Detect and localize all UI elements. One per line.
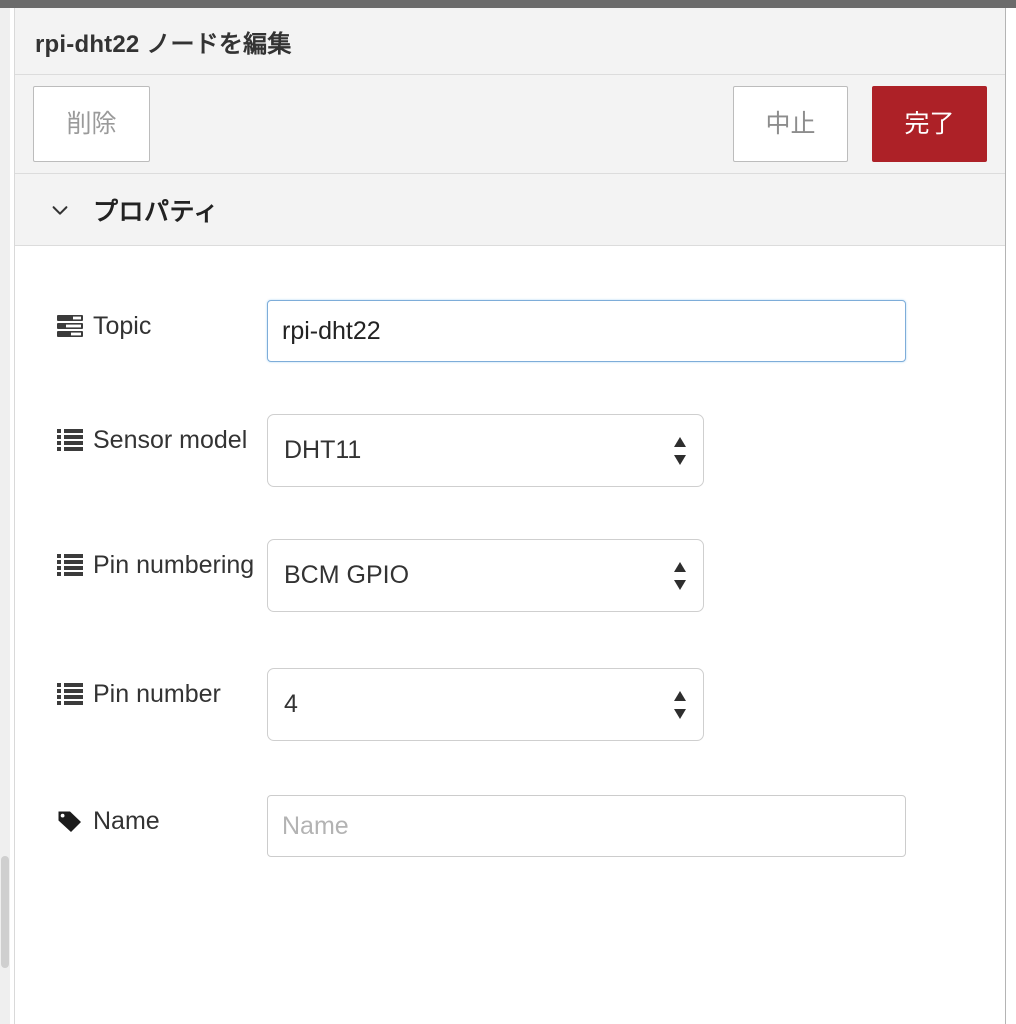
- name-control: [267, 795, 1005, 857]
- dialog-title: rpi-dht22 ノードを編集: [35, 30, 292, 58]
- cancel-button[interactable]: 中止: [733, 86, 848, 162]
- chevron-down-icon: [52, 205, 68, 215]
- sidebar-scrollbar-thumb[interactable]: [1, 856, 9, 968]
- window-top-bar: [0, 0, 1016, 8]
- done-button[interactable]: 完了: [872, 86, 987, 162]
- properties-section-title: プロパティ: [93, 197, 220, 226]
- sensor-model-label-text: Sensor model: [93, 426, 248, 454]
- pin-numbering-select[interactable]: BCM GPIO: [267, 539, 704, 612]
- delete-button[interactable]: 削除: [33, 86, 150, 162]
- topic-input[interactable]: [267, 300, 906, 362]
- form-bottom-spacer: [15, 857, 1005, 917]
- form-row-pin-numbering: Pin numbering BCM GPIO: [15, 539, 1005, 612]
- pin-number-control: 4: [267, 668, 1005, 741]
- form-row-sensor-model: Sensor model DHT11: [15, 414, 1005, 487]
- pin-number-select[interactable]: 4: [267, 668, 704, 741]
- pin-numbering-label: Pin numbering: [57, 539, 267, 585]
- list-icon: [57, 683, 83, 705]
- name-label-text: Name: [93, 807, 160, 835]
- name-label: Name: [57, 795, 267, 841]
- pin-number-select-wrap: 4: [267, 668, 704, 741]
- list-icon: [57, 429, 83, 451]
- list-icon: [57, 554, 83, 576]
- sensor-model-label: Sensor model: [57, 414, 267, 460]
- dialog-header: rpi-dht22 ノードを編集: [15, 8, 1005, 75]
- topic-label-text: Topic: [93, 312, 152, 340]
- node-edit-dialog-root: rpi-dht22 ノードを編集 削除 中止 完了 プロパティ Topic rp…: [0, 0, 1016, 1024]
- pin-number-label: Pin number: [57, 668, 267, 714]
- topic-control: [267, 300, 1005, 362]
- dialog-button-bar: 削除 中止 完了: [15, 75, 1005, 174]
- sensor-model-control: DHT11: [267, 414, 1005, 487]
- sensor-model-select-wrap: DHT11: [267, 414, 704, 487]
- properties-form: Topic rpi-dht22 Sensor model DHT11 Pin n…: [15, 246, 1005, 917]
- sensor-model-select[interactable]: DHT11: [267, 414, 704, 487]
- form-row-topic: Topic: [15, 300, 1005, 362]
- tag-icon: [58, 811, 81, 832]
- edit-node-dialog: rpi-dht22 ノードを編集 削除 中止 完了 プロパティ Topic rp…: [14, 8, 1006, 1024]
- tasks-icon: [57, 315, 83, 337]
- name-input[interactable]: [267, 795, 906, 857]
- properties-section-header[interactable]: プロパティ: [15, 174, 1005, 246]
- form-row-pin-number: Pin number 4: [15, 668, 1005, 741]
- sidebar-scrollbar-track[interactable]: [0, 8, 10, 1024]
- topic-label: Topic: [57, 300, 267, 346]
- pin-numbering-control: BCM GPIO: [267, 539, 1005, 612]
- pin-numbering-select-wrap: BCM GPIO: [267, 539, 704, 612]
- pin-number-label-text: Pin number: [93, 680, 221, 708]
- pin-numbering-label-text: Pin numbering: [93, 551, 255, 579]
- form-row-name: Name: [15, 795, 1005, 857]
